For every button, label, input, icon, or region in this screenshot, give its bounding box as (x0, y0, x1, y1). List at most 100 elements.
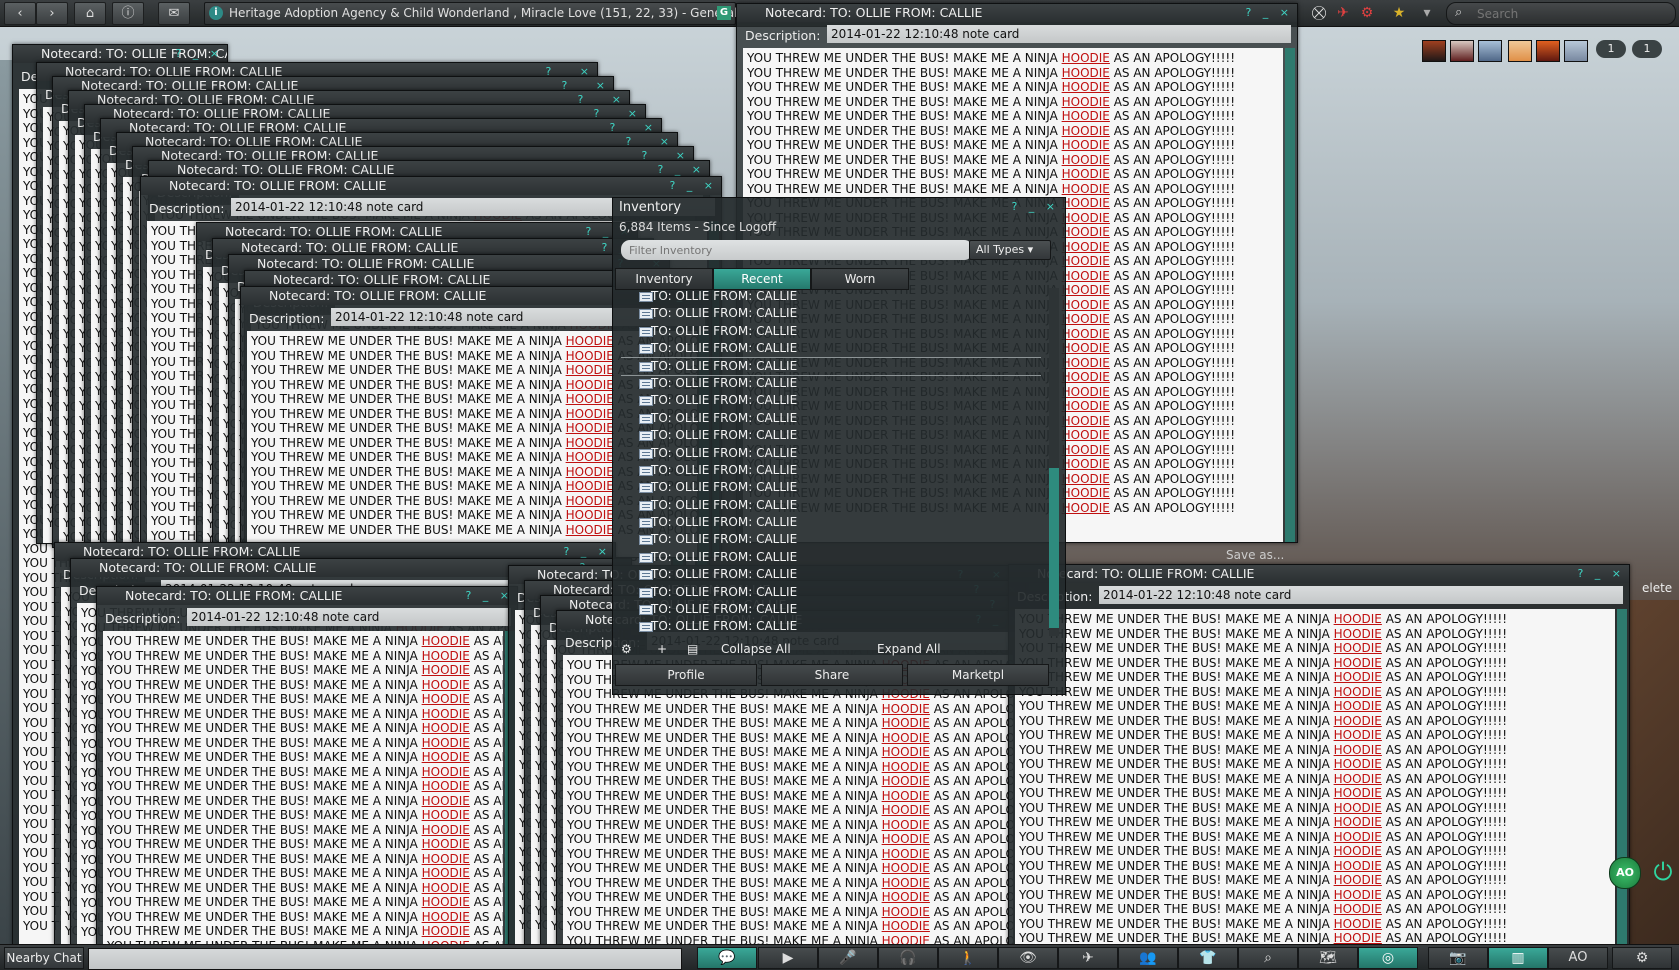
inventory-item[interactable]: TO: OLLIE FROM: CALLIE (621, 601, 1041, 618)
inventory-item[interactable]: TO: OLLIE FROM: CALLIE (621, 462, 1041, 479)
inventory-item[interactable]: TO: OLLIE FROM: CALLIE (621, 392, 1041, 409)
home-icon[interactable]: ⌂ (74, 2, 106, 25)
notecard-title[interactable]: Notecard: TO: OLLIE FROM: CALLIE (737, 4, 1297, 22)
minimap-icon[interactable]: ◎ (1358, 947, 1418, 969)
delete-label[interactable]: elete (1642, 581, 1672, 595)
camera-video-icon[interactable]: ▶ (758, 947, 818, 969)
inventory-item[interactable]: TO: OLLIE FROM: CALLIE (621, 479, 1041, 496)
notecard-scrollbar[interactable] (1285, 48, 1295, 542)
profile-button[interactable]: Profile (615, 664, 757, 686)
nearby-chat-button[interactable]: Nearby Chat (4, 947, 84, 969)
window-controls[interactable]: ? _ × (465, 587, 513, 605)
scrollbar-thumb[interactable] (1049, 468, 1059, 628)
avatar[interactable] (1422, 40, 1446, 62)
tab-worn[interactable]: Worn (811, 268, 909, 290)
chevron-down-icon[interactable]: ▾ (1418, 4, 1436, 22)
inventory-item[interactable]: TO: OLLIE FROM: CALLIE (621, 514, 1041, 531)
eye-icon[interactable]: 👁 (998, 947, 1058, 969)
marketplace-button[interactable]: Marketpl (907, 664, 1049, 686)
notecard-window[interactable]: Notecard: TO: OLLIE FROM: CALLIE? _ ×Des… (1008, 564, 1630, 946)
inventory-item[interactable]: TO: OLLIE FROM: CALLIE (621, 323, 1041, 340)
inventory-item[interactable]: TO: OLLIE FROM: CALLIE (621, 427, 1041, 444)
location-bar[interactable]: i Heritage Adoption Agency & Child Wonde… (204, 2, 737, 25)
share-button[interactable]: Share (761, 664, 903, 686)
window-controls[interactable]: ? _ × (669, 177, 717, 195)
inventory-item[interactable]: TO: OLLIE FROM: CALLIE (621, 566, 1041, 583)
tab-inventory[interactable]: Inventory (615, 268, 713, 290)
people-icon[interactable]: 👥 (1118, 947, 1178, 969)
notecard-scrollbar[interactable] (1617, 609, 1627, 945)
microphone-icon[interactable]: 🎤 (818, 947, 878, 969)
inventory-item[interactable]: TO: OLLIE FROM: CALLIE (621, 305, 1041, 322)
chat-input[interactable] (88, 948, 682, 970)
notecard-window[interactable]: Notecard: TO: OLLIE FROM: CALLIE? _ ×Des… (96, 586, 518, 946)
description-field[interactable]: 2014-01-22 12:10:48 note card (827, 25, 1291, 43)
avatar[interactable] (1450, 40, 1474, 62)
window-controls[interactable]: ? _ × (1011, 200, 1059, 213)
inventory-item[interactable]: TO: OLLIE FROM: CALLIE (621, 531, 1041, 548)
expand-all-button[interactable]: Expand All (877, 640, 941, 658)
save-as-label[interactable]: Save as... (1226, 548, 1284, 562)
inventory-item[interactable]: TO: OLLIE FROM: CALLIE (621, 549, 1041, 566)
settings-icon[interactable]: ⚙ (1612, 947, 1672, 969)
search-input[interactable] (1475, 5, 1669, 23)
notecard-line: YOU THREW ME UNDER THE BUS! MAKE ME A NI… (567, 861, 1013, 875)
inventory-item[interactable]: TO: OLLIE FROM: CALLIE (621, 340, 1041, 357)
window-controls[interactable]: ? _ × (175, 45, 223, 63)
appearance-icon[interactable]: 👕 (1178, 947, 1238, 969)
description-field[interactable]: 2014-01-22 12:10:48 note card (1099, 586, 1623, 604)
tab-recent[interactable]: Recent (713, 268, 811, 290)
inventory-item[interactable]: TO: OLLIE FROM: CALLIE (621, 497, 1041, 514)
search-box[interactable]: ⌕ (1446, 2, 1676, 25)
notecard-line: YOU THREW ME UNDER THE BUS! MAKE ME A NI… (107, 851, 503, 866)
power-icon[interactable]: ⏻ (1648, 857, 1678, 887)
landmark-icon[interactable]: ✉ (158, 2, 190, 25)
search-icon[interactable]: ⌕ (1238, 947, 1298, 969)
notification-badge[interactable]: 1 (1596, 40, 1626, 58)
collapse-all-button[interactable]: Collapse All (721, 640, 791, 658)
trash-icon[interactable]: ▤ (687, 640, 698, 658)
back-arrow-icon[interactable]: ‹ (4, 2, 36, 25)
avatar[interactable] (1536, 40, 1560, 62)
parcel-info-icon[interactable]: i (209, 6, 223, 20)
inventory-item[interactable]: TO: OLLIE FROM: CALLIE (621, 584, 1041, 601)
info-icon[interactable]: ⓘ (112, 2, 144, 25)
favorite-star-icon[interactable]: ★ (1390, 4, 1408, 22)
inventory-icon[interactable]: ▥ (1488, 947, 1548, 969)
notecard-body[interactable]: YOU THREW ME UNDER THE BUS! MAKE ME A NI… (1015, 609, 1615, 945)
inventory-item-list: TO: OLLIE FROM: CALLIE TO: OLLIE FROM: CA… (621, 288, 1041, 636)
ao-toggle-button[interactable]: AO (1609, 857, 1641, 889)
inventory-item[interactable]: TO: OLLIE FROM: CALLIE (621, 445, 1041, 462)
avatar[interactable] (1478, 40, 1502, 62)
notecard-body[interactable]: YOU THREW ME UNDER THE BUS! MAKE ME A NI… (103, 631, 503, 945)
inventory-filter-input[interactable] (621, 240, 973, 260)
notecard-body[interactable]: YOU THREW ME UNDER THE BUS! MAKE ME A NI… (563, 655, 1013, 945)
inventory-type-dropdown[interactable]: All Types ▾ (969, 240, 1051, 260)
map-icon[interactable]: 🗺 (1298, 947, 1358, 969)
inventory-item[interactable]: TO: OLLIE FROM: CALLIE (621, 375, 1041, 392)
notification-badge[interactable]: 1 (1632, 40, 1662, 58)
forward-arrow-icon[interactable]: › (36, 2, 68, 25)
inventory-item[interactable]: TO: OLLIE FROM: CALLIE (621, 410, 1041, 427)
notecard-title[interactable]: Notecard: TO: OLLIE FROM: CALLIE (141, 177, 721, 195)
teleport-icon[interactable]: ✈ (1058, 947, 1118, 969)
inventory-item[interactable]: TO: OLLIE FROM: CALLIE (621, 618, 1041, 635)
inventory-item[interactable]: TO: OLLIE FROM: CALLIE (621, 288, 1041, 305)
ao-button[interactable]: AO (1548, 947, 1608, 969)
headset-icon[interactable]: 🎧 (878, 947, 938, 969)
plus-icon[interactable]: + (657, 640, 667, 658)
gear-icon[interactable]: ⚙ (621, 640, 632, 658)
chat-bubble-icon[interactable]: 💬 (697, 947, 757, 969)
inventory-window[interactable]: Inventory ? _ × 6,884 Items - Since Logo… (612, 197, 1066, 695)
inventory-item[interactable]: TO: OLLIE FROM: CALLIE (621, 356, 1041, 376)
avatar[interactable] (1564, 40, 1588, 62)
description-field[interactable]: 2014-01-22 12:10:48 note card (187, 608, 511, 626)
notecard-title[interactable]: Notecard: TO: OLLIE FROM: CALLIE (1009, 565, 1629, 583)
window-controls[interactable]: ? _ × (1577, 565, 1625, 583)
snapshot-icon[interactable]: 📷 (1428, 947, 1488, 969)
walk-icon[interactable]: 🚶 (938, 947, 998, 969)
window-controls[interactable]: ? _ × (1245, 4, 1293, 22)
avatar[interactable] (1508, 40, 1532, 62)
notecard-title[interactable]: Notecard: TO: OLLIE FROM: CALLIE (97, 587, 517, 605)
inventory-scrollbar[interactable] (1049, 288, 1059, 636)
